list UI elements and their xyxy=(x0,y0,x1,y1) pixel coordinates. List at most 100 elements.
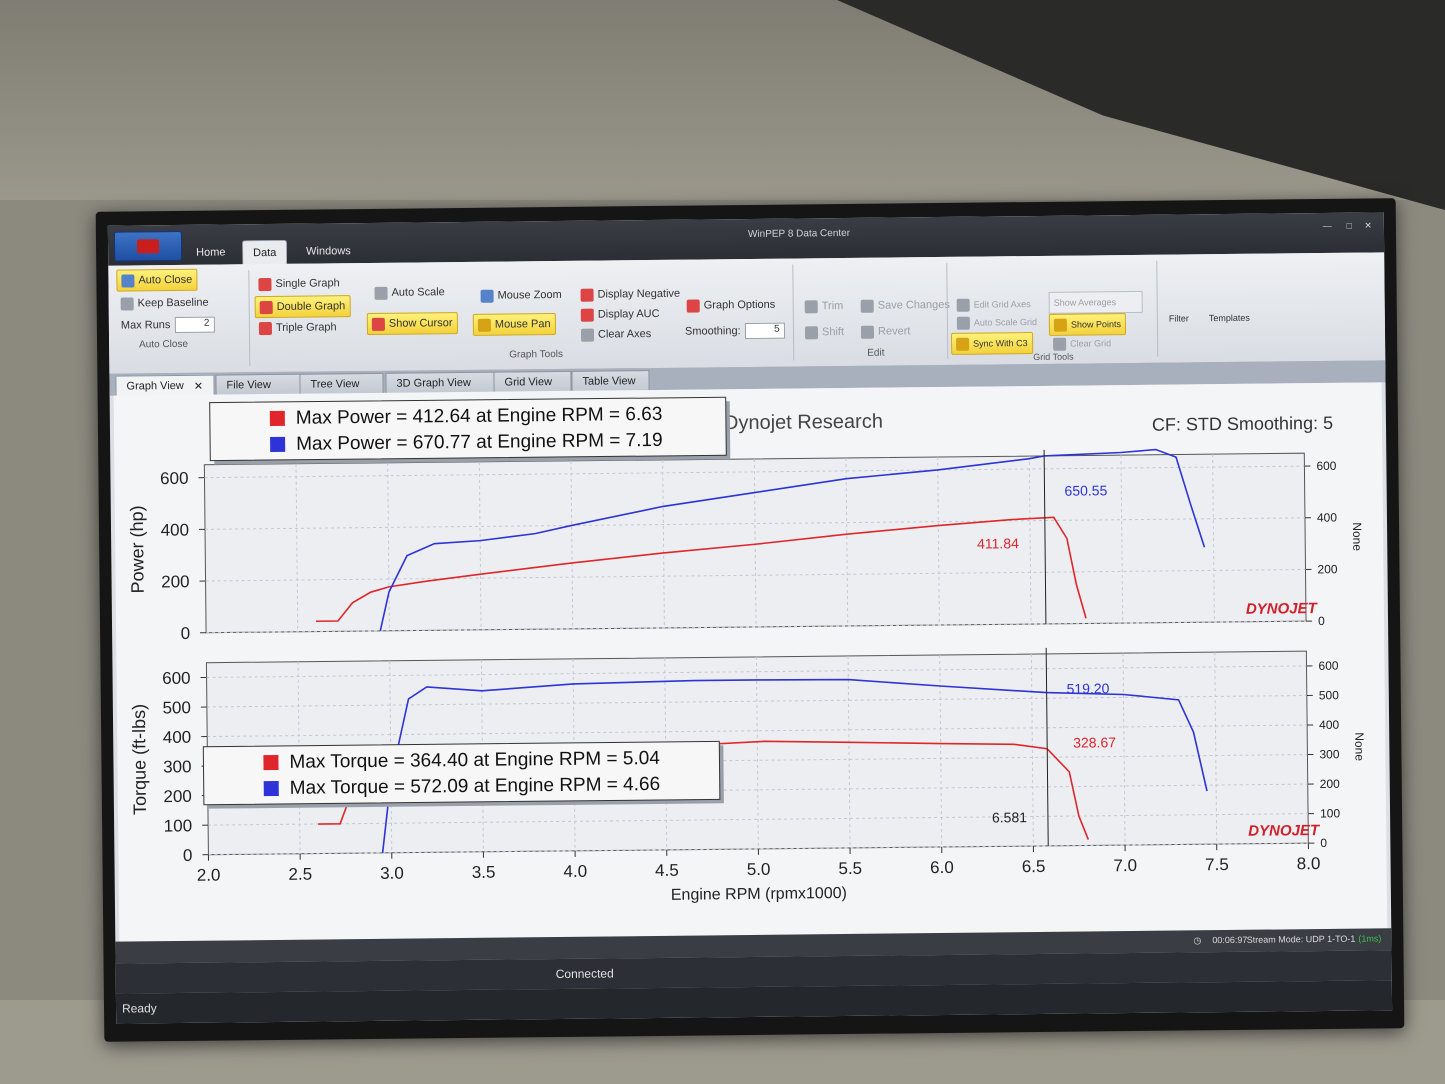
close-tab-icon[interactable]: ✕ xyxy=(194,379,203,392)
close-icon[interactable]: ✕ xyxy=(1364,220,1372,231)
auto-close-group-label: Auto Close xyxy=(139,338,189,351)
auto-scale-grid-button[interactable]: Auto Scale Grid xyxy=(953,312,1041,333)
save-changes-label: Save Changes xyxy=(877,298,950,312)
x-tick-label: 2.5 xyxy=(288,865,312,884)
y-right-tick-label: 200 xyxy=(1320,777,1340,791)
graph-options-button[interactable]: Graph Options xyxy=(683,295,780,316)
max-runs-label: Max Runs xyxy=(120,319,171,332)
smoothing-select[interactable]: 5 xyxy=(744,322,785,340)
graph-tools-group-label: Graph Tools xyxy=(509,348,564,361)
show-cursor-label: Show Cursor xyxy=(388,317,453,330)
display-negative-button[interactable]: Display Negative xyxy=(576,284,684,305)
legend-text: Max Power = 670.77 at Engine RPM = 7.19 xyxy=(296,430,663,455)
show-averages-select[interactable]: Show Averages xyxy=(1048,290,1143,314)
auto-scale-grid-label: Auto Scale Grid xyxy=(973,316,1037,328)
x-tick-label: 7.0 xyxy=(1113,856,1137,875)
maximize-icon[interactable]: □ xyxy=(1346,221,1352,231)
double-graph-label: Double Graph xyxy=(276,300,346,313)
trim-button[interactable]: Trim xyxy=(801,296,848,316)
ribbon-separator xyxy=(792,264,795,361)
auto-scale-button[interactable]: Auto Scale xyxy=(370,282,448,303)
legend-swatch xyxy=(270,436,286,453)
keep-baseline-label: Keep Baseline xyxy=(137,296,209,310)
grid-tools-group-label: Grid Tools xyxy=(1033,351,1074,363)
ribbon-separator xyxy=(1156,260,1159,357)
x-tick-label: 5.0 xyxy=(747,860,771,879)
tab-graph-view-label: Graph View xyxy=(126,379,184,393)
double-graph-button[interactable]: Double Graph xyxy=(254,295,351,319)
mouse-pan-label: Mouse Pan xyxy=(494,318,551,331)
legend-text: Max Power = 412.64 at Engine RPM = 6.63 xyxy=(296,404,663,429)
y-tick-label: 0 xyxy=(183,846,193,865)
single-graph-button[interactable]: Single Graph xyxy=(254,273,343,294)
x-tick-label: 5.5 xyxy=(838,859,862,878)
keep-baseline-button[interactable]: Keep Baseline xyxy=(117,293,213,314)
chart-title: Dynojet Research xyxy=(724,411,883,435)
auto-close-label: Auto Close xyxy=(138,273,193,287)
cf-smoothing-text: CF: STD Smoothing: 5 xyxy=(1152,413,1333,435)
minimize-icon[interactable]: — xyxy=(1323,221,1332,231)
sync-icon xyxy=(956,337,970,351)
smoothing-label: Smoothing: xyxy=(684,325,741,338)
y-tick-label: 200 xyxy=(161,572,190,591)
single-graph-icon xyxy=(258,277,272,291)
show-cursor-button[interactable]: Show Cursor xyxy=(366,312,458,335)
stream-latency-text: (1ms) xyxy=(1358,933,1382,944)
y-tick-label: 400 xyxy=(163,728,192,747)
clear-axes-button[interactable]: Clear Axes xyxy=(577,324,655,345)
smoothing-field: Smoothing: 5 xyxy=(681,321,789,342)
mouse-zoom-label: Mouse Zoom xyxy=(497,288,562,302)
clear-grid-button[interactable]: Clear Grid xyxy=(1049,333,1115,354)
clear-axes-label: Clear Axes xyxy=(597,328,652,341)
y-right-tick-label: 0 xyxy=(1318,614,1325,628)
revert-icon xyxy=(860,325,875,339)
filter-button[interactable]: Filter xyxy=(1165,308,1193,328)
max-runs-input[interactable]: 2 xyxy=(174,316,215,334)
auto-scale-label: Auto Scale xyxy=(391,286,445,299)
tab-home[interactable]: Home xyxy=(186,240,236,265)
triple-graph-button[interactable]: Triple Graph xyxy=(255,317,341,338)
mouse-zoom-button[interactable]: Mouse Zoom xyxy=(476,285,565,306)
tab-windows[interactable]: Windows xyxy=(296,239,361,264)
edit-grid-axes-label: Edit Grid Axes xyxy=(973,299,1031,310)
app-menu-button[interactable] xyxy=(113,230,183,262)
tab-data[interactable]: Data xyxy=(241,239,288,266)
legend-swatch xyxy=(263,754,279,771)
x-tick-label: 3.0 xyxy=(380,864,404,883)
window-title: WinPEP 8 Data Center xyxy=(747,227,851,240)
show-averages-label: Show Averages xyxy=(1053,297,1117,308)
shift-button[interactable]: Shift xyxy=(801,322,848,342)
dyno-chart[interactable]: Dynojet Research CF: STD Smoothing: 5 0 2… xyxy=(114,382,1388,959)
legend-swatch xyxy=(269,410,285,427)
auto-scale-icon xyxy=(374,286,388,300)
cursor-value-label: 411.84 xyxy=(977,535,1019,551)
mouse-pan-button[interactable]: Mouse Pan xyxy=(472,313,556,336)
cursor-x-label: 6.581 xyxy=(992,809,1027,825)
save-changes-button[interactable]: Save Changes xyxy=(857,295,954,316)
display-auc-label: Display AUC xyxy=(597,307,660,321)
y-tick-label: 400 xyxy=(161,520,190,539)
templates-button[interactable]: Templates xyxy=(1205,308,1254,329)
ready-text: Ready xyxy=(121,1001,157,1016)
display-negative-icon xyxy=(580,288,594,302)
clear-grid-label: Clear Grid xyxy=(1070,338,1112,349)
auto-close-icon xyxy=(121,273,135,288)
max-runs-field: Max Runs 2 xyxy=(117,315,219,336)
clear-axes-icon xyxy=(580,328,595,342)
y-right-tick-label: 200 xyxy=(1317,562,1337,576)
ribbon-separator xyxy=(248,270,251,367)
edit-group-label: Edit xyxy=(867,347,885,359)
dynojet-logo: DYNOJET xyxy=(1248,822,1321,840)
revert-label: Revert xyxy=(877,325,911,338)
y-axis-label: Torque (ft-lbs) xyxy=(129,704,150,815)
ribbon: Auto Close Keep Baseline Max Runs 2 Auto… xyxy=(108,252,1386,375)
auto-close-button[interactable]: Auto Close xyxy=(116,268,198,292)
display-auc-button[interactable]: Display AUC xyxy=(577,304,664,325)
single-graph-label: Single Graph xyxy=(275,277,340,290)
revert-button[interactable]: Revert xyxy=(857,321,915,342)
sync-with-c3-button[interactable]: Sync With C3 xyxy=(951,332,1033,355)
y-tick-label: 500 xyxy=(162,698,191,717)
x-tick-label: 6.0 xyxy=(930,858,954,877)
graph-view: Dynojet Research CF: STD Smoothing: 5 0 2… xyxy=(113,382,1388,942)
double-graph-icon xyxy=(259,300,273,314)
